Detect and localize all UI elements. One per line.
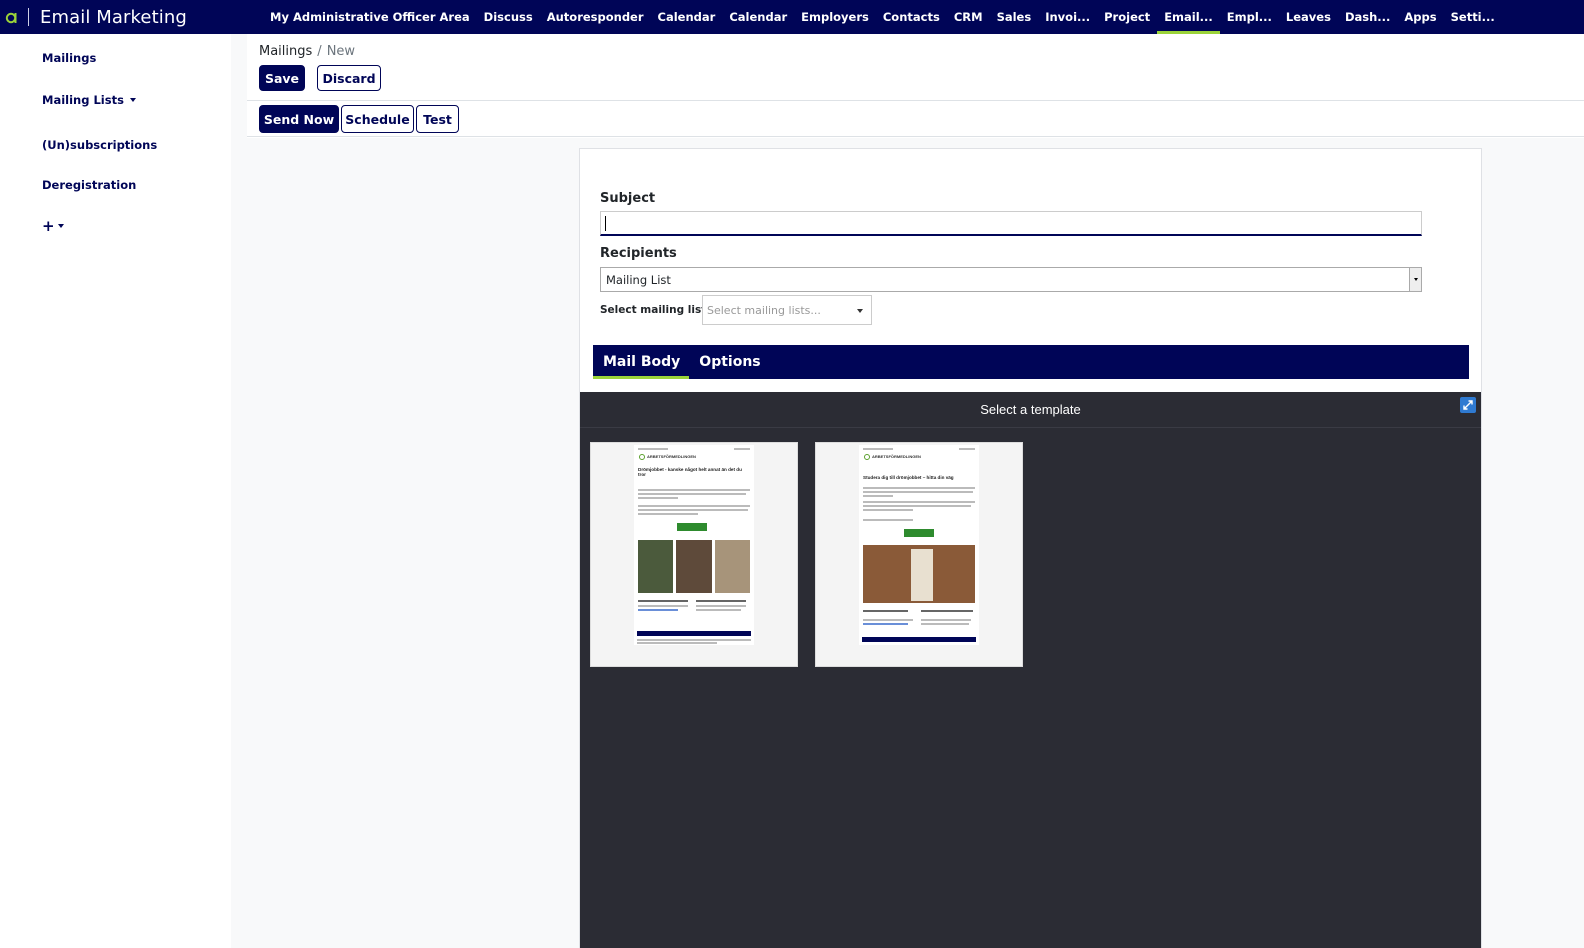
menu-item-dashboard[interactable]: Dash... xyxy=(1338,0,1397,34)
subject-input[interactable] xyxy=(600,211,1422,236)
sidebar: Mailings Mailing Lists (Un)subscriptions… xyxy=(0,34,231,948)
logo-icon xyxy=(639,454,645,460)
tab-mail-body[interactable]: Mail Body xyxy=(593,345,690,379)
template-picker-title: Select a template xyxy=(980,402,1081,417)
menu-item-invoicing[interactable]: Invoi... xyxy=(1038,0,1097,34)
send-now-button[interactable]: Send Now xyxy=(259,105,339,133)
menu-item-calendar-2[interactable]: Calendar xyxy=(722,0,794,34)
menu-item-autoresponder[interactable]: Autoresponder xyxy=(540,0,651,34)
menu-item-crm[interactable]: CRM xyxy=(947,0,990,34)
divider xyxy=(247,100,1584,101)
sidebar-item-unsubscriptions[interactable]: (Un)subscriptions xyxy=(42,138,157,152)
menu-item-project[interactable]: Project xyxy=(1097,0,1157,34)
menu-item-employees[interactable]: Empl... xyxy=(1220,0,1279,34)
schedule-button[interactable]: Schedule xyxy=(341,105,414,133)
mailing-lists-label: Select mailing lists: xyxy=(600,304,717,316)
menu-item-sales[interactable]: Sales xyxy=(990,0,1039,34)
breadcrumb-separator: / xyxy=(317,44,322,59)
control-panel: Mailings / New Save Discard Send Now Sched… xyxy=(247,34,1584,138)
template-picker-header: Select a template xyxy=(580,392,1481,428)
save-button[interactable]: Save xyxy=(259,65,305,91)
sidebar-item-deregistration[interactable]: Deregistration xyxy=(42,178,136,192)
brand-divider xyxy=(28,8,29,26)
top-navbar: Email Marketing My Administrative Office… xyxy=(0,0,1584,34)
template-picker: Select a template ARBETSFÖRMEDLINGEN Drö… xyxy=(580,392,1481,948)
menu-item-discuss[interactable]: Discuss xyxy=(477,0,540,34)
plus-icon: + xyxy=(42,217,55,235)
mailing-lists-select[interactable]: Select mailing lists... xyxy=(702,295,872,325)
recipients-select[interactable]: Mailing List xyxy=(600,267,1422,292)
tab-options[interactable]: Options xyxy=(689,345,769,379)
sidebar-item-mailings[interactable]: Mailings xyxy=(42,51,96,65)
template-headline: Drömjobbet - kanske något helt annat än … xyxy=(638,467,742,478)
template-preview: ARBETSFÖRMEDLINGEN Studera dig till dröm… xyxy=(859,445,979,645)
test-button[interactable]: Test xyxy=(416,105,459,133)
template-logo-text: ARBETSFÖRMEDLINGEN xyxy=(647,454,696,459)
recipients-label: Recipients xyxy=(600,246,677,261)
menu-item-calendar-1[interactable]: Calendar xyxy=(651,0,723,34)
sidebar-item-label: Mailing Lists xyxy=(42,93,124,107)
menu-item-email[interactable]: Email... xyxy=(1157,0,1220,34)
breadcrumb: Mailings / New xyxy=(259,44,355,59)
chevron-down-icon xyxy=(857,309,863,313)
sidebar-item-label: Deregistration xyxy=(42,178,137,192)
template-preview: ARBETSFÖRMEDLINGEN Drömjobbet - kanske n… xyxy=(634,445,754,645)
template-thumbnail-1[interactable]: ARBETSFÖRMEDLINGEN Drömjobbet - kanske n… xyxy=(590,442,798,667)
form-sheet: Subject Recipients Mailing List Select m… xyxy=(579,148,1482,948)
chevron-down-icon[interactable] xyxy=(1409,268,1421,291)
breadcrumb-mailings-link[interactable]: Mailings xyxy=(259,44,312,59)
sidebar-add-menu[interactable]: + xyxy=(42,217,64,235)
breadcrumb-current: New xyxy=(326,44,356,59)
template-headline: Studera dig till drömjobbet – hitta din … xyxy=(863,475,954,480)
logo-icon xyxy=(864,454,870,460)
menu-item-employers[interactable]: Employers xyxy=(794,0,876,34)
sidebar-item-label: Mailings xyxy=(42,51,97,65)
text-cursor xyxy=(605,216,606,231)
menu-item-apps[interactable]: Apps xyxy=(1397,0,1443,34)
discard-button[interactable]: Discard xyxy=(317,65,381,91)
menu-item-my-area[interactable]: My Administrative Officer Area xyxy=(263,0,477,34)
divider xyxy=(247,136,1584,137)
menu-item-leaves[interactable]: Leaves xyxy=(1279,0,1338,34)
sidebar-item-mailing-lists[interactable]: Mailing Lists xyxy=(42,93,136,107)
recipients-value: Mailing List xyxy=(606,272,671,287)
template-logo-text: ARBETSFÖRMEDLINGEN xyxy=(872,454,921,459)
app-title: Email Marketing xyxy=(40,6,187,28)
chevron-down-icon xyxy=(129,98,136,102)
notebook-tabs: Mail Body Options xyxy=(593,345,1469,379)
main-content: Mailings / New Save Discard Send Now Sched… xyxy=(247,34,1584,948)
sidebar-item-label: (Un)subscriptions xyxy=(42,138,158,152)
app-logo-icon[interactable] xyxy=(3,8,21,26)
top-menu: My Administrative Officer Area Discuss A… xyxy=(263,0,1502,34)
expand-icon[interactable] xyxy=(1460,397,1476,413)
template-thumbnail-2[interactable]: ARBETSFÖRMEDLINGEN Studera dig till dröm… xyxy=(815,442,1023,667)
menu-item-contacts[interactable]: Contacts xyxy=(876,0,947,34)
mailing-lists-placeholder: Select mailing lists... xyxy=(707,303,821,317)
subject-label: Subject xyxy=(600,191,656,206)
chevron-down-icon xyxy=(57,224,64,228)
menu-item-settings[interactable]: Setti... xyxy=(1444,0,1502,34)
